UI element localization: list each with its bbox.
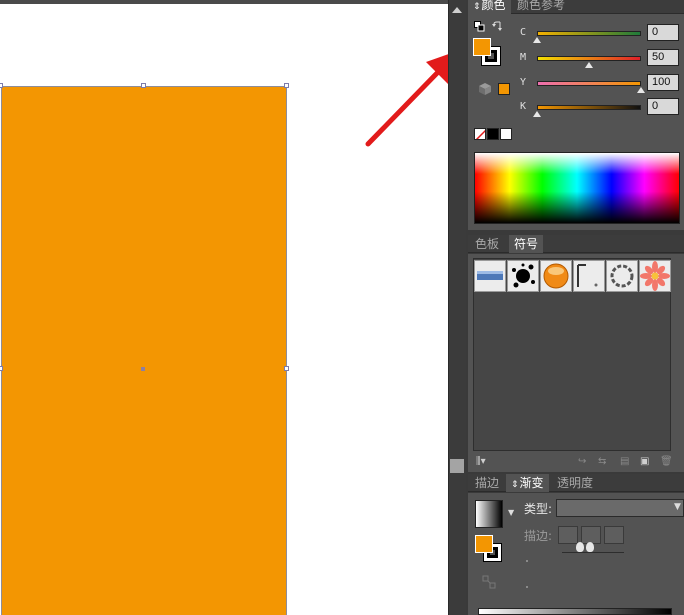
k-value-field[interactable]: 0 [647, 98, 679, 115]
tab-swatches[interactable]: 色板 [470, 235, 504, 253]
symbols-panel-tabbar: 色板 符号 [468, 235, 684, 253]
tab-transparency[interactable]: 透明度 [552, 474, 598, 492]
chain-ring-symbol[interactable] [606, 260, 638, 292]
gradient-slider-track[interactable] [562, 552, 624, 553]
out-of-gamut-cube-icon[interactable] [478, 82, 492, 96]
c-slider-thumb[interactable] [533, 37, 541, 43]
ink-splat-symbol[interactable] [507, 260, 539, 292]
color-spectrum-picker[interactable] [474, 152, 680, 224]
tab-stroke[interactable]: 描边 [470, 474, 504, 492]
m-value-field[interactable]: 50 [647, 49, 679, 66]
gradient-stroke-label: 描边: [524, 529, 553, 543]
flower-symbol[interactable] [639, 260, 671, 292]
flower-icon [640, 261, 670, 291]
swap-fill-stroke-icon[interactable] [492, 20, 503, 31]
selection-handle-top-left[interactable] [0, 83, 3, 88]
gradient-ramp-bar[interactable] [478, 608, 672, 615]
tab-symbols[interactable]: 符号 [509, 235, 544, 253]
y-slider-thumb[interactable] [637, 87, 645, 93]
y-slider-track[interactable] [537, 81, 641, 86]
divider-dot [526, 586, 528, 588]
gradient-type-select[interactable] [556, 499, 684, 517]
chevron-updown-icon: ⇕ [473, 2, 481, 12]
m-slider-thumb[interactable] [585, 62, 593, 68]
stroke-gradient-across-button[interactable] [604, 526, 624, 544]
chain-ring-icon [610, 264, 634, 288]
gamut-color-swatch[interactable] [498, 83, 510, 95]
orange-button-icon [543, 263, 569, 289]
divider-dot [526, 560, 528, 562]
scrollbar-thumb[interactable] [450, 459, 464, 473]
y-value-field[interactable]: 100 [647, 74, 679, 91]
gradient-annotator-icon[interactable] [482, 575, 496, 589]
selection-handle-top-right[interactable] [284, 83, 289, 88]
frame-corner-symbol[interactable] [573, 260, 605, 292]
canvas-top-edge [0, 0, 448, 4]
ink-splat-icon [512, 263, 535, 288]
k-slider-thumb[interactable] [533, 111, 541, 117]
frame-corner-icon [577, 264, 598, 287]
gradient-stop-left[interactable] [576, 542, 584, 552]
black-color-swatch[interactable] [487, 128, 499, 140]
tab-gradient[interactable]: ⇕渐变 [506, 474, 549, 492]
m-slider-track[interactable] [537, 56, 641, 61]
dropdown-caret-icon[interactable]: ▼ [508, 508, 514, 517]
symbols-panel-footer [468, 452, 684, 472]
default-fill-stroke-icon[interactable] [474, 21, 485, 32]
color-panel-tabbar: ⇕颜色 颜色参考 [468, 0, 684, 14]
gradient-preview-thumbnail[interactable] [475, 500, 503, 528]
place-symbol-instance-icon[interactable]: ↪ [578, 456, 586, 467]
stroke-gradient-within-button[interactable] [558, 526, 578, 544]
break-link-icon[interactable]: ⇆ [598, 456, 606, 467]
none-slash-icon [475, 129, 485, 139]
white-color-swatch[interactable] [500, 128, 512, 140]
gradient-fill-swatch[interactable] [475, 535, 493, 553]
fill-swatch[interactable] [473, 38, 491, 56]
k-slider-track[interactable] [537, 105, 641, 110]
c-value-field[interactable]: 0 [647, 24, 679, 41]
selected-orange-rectangle[interactable] [1, 86, 287, 615]
new-symbol-icon[interactable]: ▣ [640, 456, 649, 467]
delete-symbol-icon[interactable]: 🗑 [660, 456, 673, 467]
selection-handle-middle-left[interactable] [0, 366, 3, 371]
symbol-library-menu-icon[interactable]: ⫼▾ [476, 456, 486, 467]
tab-color[interactable]: ⇕颜色 [468, 0, 511, 14]
vertical-scrollbar[interactable] [448, 0, 466, 615]
blue-bar-symbol[interactable] [474, 260, 506, 292]
selection-center-point [141, 367, 145, 371]
blue-bar-icon [477, 271, 503, 280]
none-color-swatch[interactable] [474, 128, 486, 140]
chevron-updown-icon: ⇕ [511, 480, 519, 490]
c-slider-track[interactable] [537, 31, 641, 36]
selection-handle-top-middle[interactable] [141, 83, 146, 88]
orange-button-symbol[interactable] [540, 260, 572, 292]
selection-handle-middle-right[interactable] [284, 366, 289, 371]
gradient-stop-right[interactable] [586, 542, 594, 552]
gradient-panel-tabbar: 描边 ⇕渐变 透明度 [468, 474, 684, 492]
scroll-up-arrow-icon[interactable] [452, 7, 462, 13]
symbol-options-icon[interactable]: ▤ [620, 456, 629, 467]
chevron-down-icon[interactable]: ▼ [674, 502, 681, 512]
tab-color-guide[interactable]: 颜色参考 [512, 0, 570, 14]
gradient-type-label: 类型: [524, 502, 553, 516]
